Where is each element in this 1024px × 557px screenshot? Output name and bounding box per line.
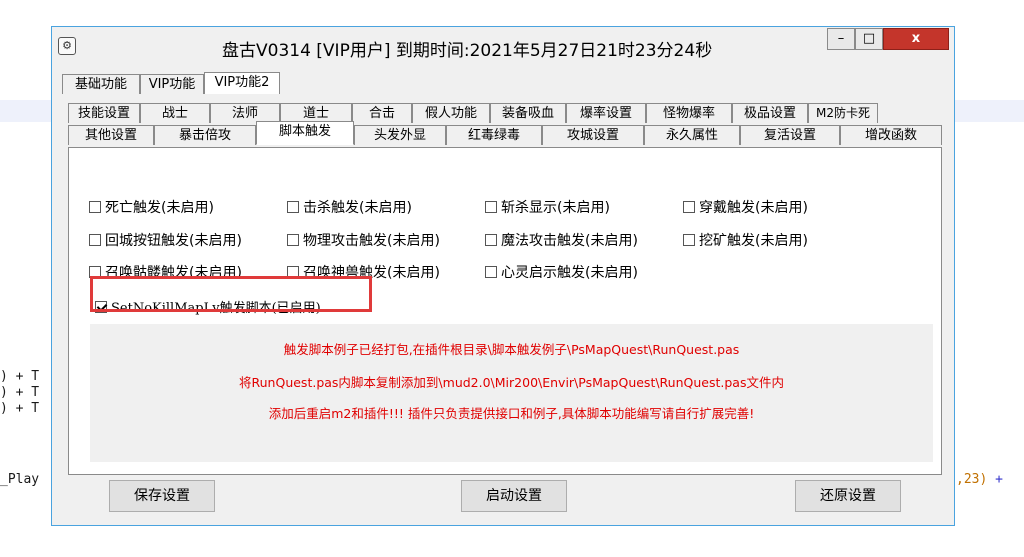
maximize-button[interactable]: □: [855, 28, 883, 50]
checkbox-equip-trigger[interactable]: 穿戴触发(未启用): [683, 197, 808, 217]
tab-combo[interactable]: 合击: [352, 103, 412, 123]
code-number: ,23): [956, 472, 988, 487]
tab-siege-settings[interactable]: 攻城设置: [542, 125, 644, 145]
tab-vip[interactable]: VIP功能: [140, 74, 204, 94]
checkbox-label: 穿戴触发(未启用): [699, 200, 808, 216]
code-line: ) + T: [0, 369, 40, 384]
highlight-box: [90, 276, 372, 312]
tab-basic[interactable]: 基础功能: [62, 74, 140, 94]
checkbox-box[interactable]: [485, 201, 497, 213]
code-line: ) + T: [0, 385, 40, 400]
title-bar[interactable]: ⚙ 盘古V0314 [VIP用户] 到期时间:2021年5月27日21时23分2…: [52, 27, 954, 65]
checkbox-box[interactable]: [683, 201, 695, 213]
checkbox-kill-trigger[interactable]: 击杀触发(未启用): [287, 197, 412, 217]
tab-m2-anti-freeze[interactable]: M2防卡死: [808, 103, 878, 123]
checkbox-label: 死亡触发(未启用): [105, 200, 214, 216]
checkbox-box[interactable]: [485, 266, 497, 278]
close-button[interactable]: x: [883, 28, 949, 50]
tab-crit-multiplier[interactable]: 暴击倍攻: [154, 125, 256, 145]
note-line: 将RunQuest.pas内脚本复制添加到\mud2.0\Mir200\Envi…: [239, 375, 784, 390]
notes-area: 触发脚本例子已经打包,在插件根目录\脚本触发例子\PsMapQuest\RunQ…: [90, 324, 933, 462]
checkbox-execute-display[interactable]: 斩杀显示(未启用): [485, 197, 610, 217]
tab-permanent-attrs[interactable]: 永久属性: [644, 125, 740, 145]
tab-script-trigger[interactable]: 脚本触发: [256, 121, 354, 145]
checkbox-label: 心灵启示触发(未启用): [501, 265, 638, 281]
checkbox-death-trigger[interactable]: 死亡触发(未启用): [89, 197, 214, 217]
tab-fake-player[interactable]: 假人功能: [412, 103, 490, 123]
checkbox-label: 击杀触发(未启用): [303, 200, 412, 216]
app-window: ⚙ 盘古V0314 [VIP用户] 到期时间:2021年5月27日21时23分2…: [51, 26, 955, 526]
tab-monster-drop[interactable]: 怪物爆率: [646, 103, 732, 123]
tab-rare-settings[interactable]: 极品设置: [732, 103, 808, 123]
window-title: 盘古V0314 [VIP用户] 到期时间:2021年5月27日21时23分24秒: [222, 41, 713, 61]
checkbox-physical-attack-trigger[interactable]: 物理攻击触发(未启用): [287, 230, 440, 250]
sub-tab-row-1: 技能设置 战士 法师 道士 合击 假人功能 装备吸血 爆率设置 怪物爆率 极品设…: [68, 103, 878, 123]
checkbox-mind-revelation-trigger[interactable]: 心灵启示触发(未启用): [485, 262, 638, 282]
checkbox-box[interactable]: [683, 234, 695, 246]
tab-drop-rate[interactable]: 爆率设置: [566, 103, 646, 123]
code-line: _Play: [0, 472, 40, 487]
checkbox-box[interactable]: [287, 201, 299, 213]
tab-hair-display[interactable]: 头发外显: [354, 125, 446, 145]
start-settings-button[interactable]: 启动设置: [461, 480, 567, 512]
restore-settings-button[interactable]: 还原设置: [795, 480, 901, 512]
checkbox-box[interactable]: [89, 201, 101, 213]
tab-vip2[interactable]: VIP功能2: [204, 72, 280, 94]
minimize-button[interactable]: –: [827, 28, 855, 50]
tab-revive-settings[interactable]: 复活设置: [740, 125, 840, 145]
tab-warrior[interactable]: 战士: [140, 103, 210, 123]
checkbox-label: 回城按钮触发(未启用): [105, 233, 242, 249]
sub-tab-row-2: 其他设置 暴击倍攻 脚本触发 头发外显 红毒绿毒 攻城设置 永久属性 复活设置 …: [68, 121, 942, 145]
tab-modify-functions[interactable]: 增改函数: [840, 125, 942, 145]
checkbox-label: 斩杀显示(未启用): [501, 200, 610, 216]
tab-skill-settings[interactable]: 技能设置: [68, 103, 140, 123]
tab-equip-vampire[interactable]: 装备吸血: [490, 103, 566, 123]
checkbox-label: 物理攻击触发(未启用): [303, 233, 440, 249]
checkbox-magic-attack-trigger[interactable]: 魔法攻击触发(未启用): [485, 230, 638, 250]
checkbox-return-button-trigger[interactable]: 回城按钮触发(未启用): [89, 230, 242, 250]
note-line: 触发脚本例子已经打包,在插件根目录\脚本触发例子\PsMapQuest\RunQ…: [283, 342, 740, 357]
checkbox-box[interactable]: [485, 234, 497, 246]
checkbox-box[interactable]: [89, 234, 101, 246]
save-settings-button[interactable]: 保存设置: [109, 480, 215, 512]
checkbox-box[interactable]: [287, 234, 299, 246]
code-line: ) + T: [0, 401, 40, 416]
checkbox-mining-trigger[interactable]: 挖矿触发(未启用): [683, 230, 808, 250]
tab-other-settings[interactable]: 其他设置: [68, 125, 154, 145]
tab-poison[interactable]: 红毒绿毒: [446, 125, 542, 145]
code-operator: +: [987, 472, 1003, 487]
app-icon: ⚙: [58, 37, 76, 55]
main-tab-bar: 基础功能 VIP功能 VIP功能2: [62, 72, 280, 94]
checkbox-label: 魔法攻击触发(未启用): [501, 233, 638, 249]
tab-taoist[interactable]: 道士: [280, 103, 352, 123]
script-trigger-panel: 死亡触发(未启用) 击杀触发(未启用) 斩杀显示(未启用) 穿戴触发(未启用) …: [68, 147, 942, 475]
checkbox-label: 挖矿触发(未启用): [699, 233, 808, 249]
note-line: 添加后重启m2和插件!!! 插件只负责提供接口和例子,具体脚本功能编写请自行扩展…: [268, 406, 755, 421]
tab-mage[interactable]: 法师: [210, 103, 280, 123]
code-line-tail: ,23) +: [956, 473, 1003, 486]
